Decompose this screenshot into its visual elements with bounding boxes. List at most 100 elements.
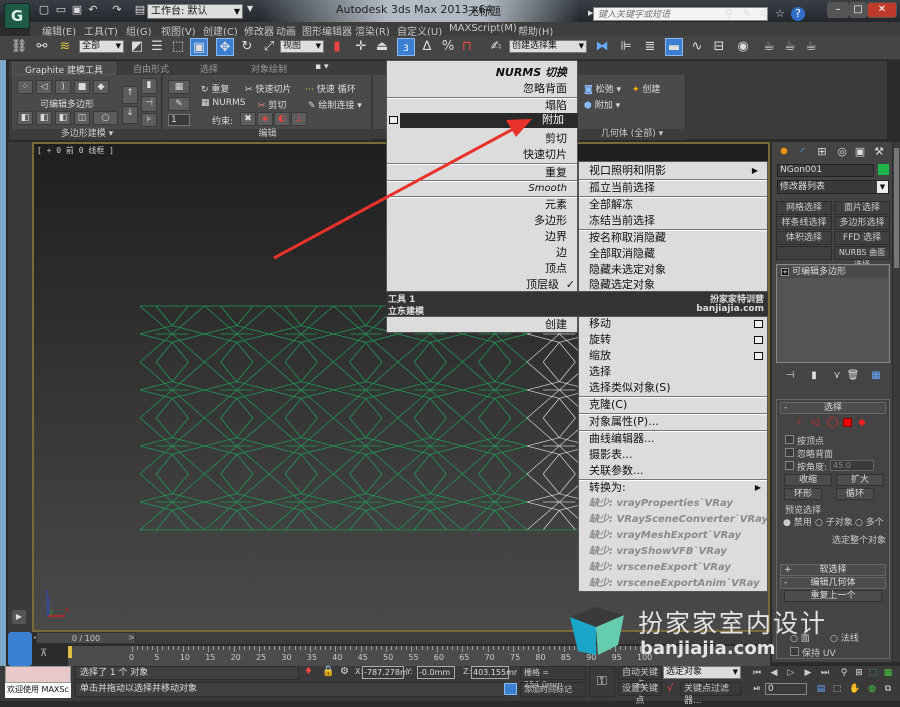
vertex-mode-icon[interactable]: ⁘ [17, 80, 33, 94]
element-subobj-icon[interactable]: ◆ [858, 417, 866, 428]
select-by-name-icon[interactable]: ☰ [148, 38, 166, 56]
help-icon[interactable]: ? [791, 7, 805, 21]
display-tab-icon[interactable]: ▣ [852, 144, 868, 160]
manipulate-icon[interactable]: ✛ [352, 38, 370, 56]
pin-stack-icon[interactable]: ⊣ [141, 96, 157, 112]
menu-item-scale[interactable]: 缩放 [589, 348, 767, 364]
percent-snap-icon[interactable]: % [439, 38, 457, 56]
keyboard-shortcut-icon[interactable]: ⏏ [373, 38, 391, 56]
menu-item-repeat[interactable]: 重复 [545, 165, 567, 181]
key-filters-button[interactable]: 关键点过滤器... [680, 682, 741, 706]
menu-item-select[interactable]: 选择 [589, 364, 611, 380]
add-time-tag-button[interactable]: 添加时间标记 [520, 682, 586, 697]
rectangle-selection-icon[interactable]: ⬚ [169, 38, 187, 56]
menu-item-clone[interactable]: 克隆(C) [589, 397, 627, 413]
menu-item-polygon[interactable]: 多边形 [534, 213, 567, 229]
expand-panel-icon[interactable]: ▶ [12, 610, 26, 624]
viewport-label[interactable]: [ + 0 前 0 线框 ] [37, 145, 114, 156]
menu-item-create[interactable]: 创建 [545, 317, 567, 333]
minimize-button[interactable]: – [827, 2, 849, 18]
save-icon[interactable]: ▣ [70, 3, 84, 17]
modify-mode-icon[interactable]: ◧ [17, 111, 33, 125]
maxscript-listener[interactable] [5, 666, 71, 683]
zoom-icon[interactable]: ⚲ [837, 668, 851, 680]
next-frame-icon[interactable]: ▶ [801, 668, 815, 680]
selection-rollout-header[interactable]: - 选择 [780, 402, 886, 414]
repeat-last-button[interactable]: 重复上一个 [784, 590, 882, 602]
attach-button[interactable]: ⬢ 附加 ▾ [584, 98, 620, 111]
satellite-icon[interactable]: ⚟ [757, 7, 771, 21]
menu-item-quickslice[interactable]: 快速切片 [523, 147, 567, 163]
field-of-view-icon[interactable]: ⬚ [830, 684, 844, 696]
time-next-icon[interactable]: > [128, 633, 135, 642]
stack-item-editable-poly[interactable]: + 可编辑多边形 [778, 266, 888, 278]
menu-item-vertex[interactable]: 顶点 [545, 261, 567, 277]
preserve-uv-icon[interactable]: ▦ [168, 80, 190, 94]
scene-explorer-icon[interactable]: ▬ [665, 38, 683, 56]
select-rotate-icon[interactable]: ↻ [238, 38, 256, 56]
vertex-subobj-icon[interactable]: ⁘ [795, 417, 803, 428]
menu-item-unfreeze-all[interactable]: 全部解冻 [589, 197, 633, 213]
current-frame-marker[interactable] [68, 646, 72, 658]
menu-item-object-properties[interactable]: 对象属性(P)... [589, 414, 659, 430]
make-unique-icon[interactable]: ⋎ [830, 370, 844, 384]
expand-plus-icon[interactable]: + [781, 268, 789, 276]
modifier-stack[interactable] [776, 264, 890, 363]
tweak-icon[interactable]: ✎ [168, 97, 190, 111]
selection-filter-dropdown[interactable]: 全部 ▼ [79, 40, 124, 53]
time-tag-icon[interactable] [504, 683, 517, 695]
element-mode-icon[interactable]: ◆ [93, 80, 109, 94]
nurbs-surface-select-button[interactable]: NURBS 曲面选择 [834, 246, 890, 269]
maximize-viewport-icon[interactable]: ⧉ [881, 684, 895, 696]
named-selection-dropdown[interactable]: 创建选择集 ▼ [509, 40, 587, 53]
absolute-mode-icon[interactable]: ⚙ [340, 666, 349, 677]
menu-item-element[interactable]: 元素 [545, 197, 567, 213]
edit-spinner-input[interactable]: 1 [168, 114, 190, 126]
edge-mode-icon[interactable]: ◁ [36, 80, 52, 94]
prev-frame-icon[interactable]: ◀ [767, 668, 781, 680]
by-vertex-checkbox[interactable] [785, 435, 794, 444]
paint-connect-button[interactable]: ✎ 绘制连接 ▾ [308, 98, 362, 111]
go-to-end-icon[interactable]: ⏭ [818, 668, 832, 680]
schematic-view-icon[interactable]: ⊟ [710, 38, 728, 56]
ribbon-options-icon[interactable]: ▪ ▾ [315, 62, 328, 74]
select-move-icon[interactable]: ✥ [216, 38, 234, 56]
reference-coord-dropdown[interactable]: 视图 ▼ [280, 40, 324, 53]
edit-named-sel-icon[interactable]: ✍ [487, 38, 505, 56]
menu-item-border[interactable]: 边界 [545, 229, 567, 245]
constraint-normal-icon[interactable]: ⊥ [291, 112, 307, 126]
layer-manager-icon[interactable]: ≣ [641, 38, 659, 56]
ffd-select-button[interactable]: FFD 选择 [834, 231, 890, 245]
rotate-settings-box-icon[interactable] [754, 336, 763, 344]
constraint-edge-icon[interactable]: ◈ [257, 112, 273, 126]
tab-selection[interactable]: 选择 [200, 62, 218, 75]
key-mode-icon[interactable]: ⏯ [750, 684, 764, 696]
workspace-dropdown[interactable]: 工作台: 默认 ▼ [147, 4, 243, 19]
stack-down-icon[interactable]: ↓ [122, 106, 138, 124]
scrollbar-thumb[interactable] [894, 148, 899, 268]
menu-item-hide-selection[interactable]: 隐藏选定对象 [589, 277, 655, 293]
show-end-result-icon[interactable]: ▮ [141, 78, 157, 94]
close-button[interactable]: ✕ [867, 2, 897, 18]
set-key-button[interactable]: 设置关键点 [618, 682, 662, 706]
hierarchy-tab-icon[interactable]: ⊞ [814, 144, 830, 160]
ring-button[interactable]: 环形 [784, 488, 822, 500]
menu-item-move[interactable]: 移动 [589, 316, 767, 332]
menu-item-top-level[interactable]: 顶层级 [526, 277, 559, 293]
menu-item-unhide-by-name[interactable]: 按名称取消隐藏 [589, 230, 666, 246]
link-icon[interactable]: ⛓ [10, 38, 28, 56]
modify-mode-icon-4[interactable]: ◫ [74, 111, 90, 125]
menu-item-unhide-all[interactable]: 全部取消隐藏 [589, 246, 655, 262]
angle-snap-icon[interactable]: ∆ [418, 38, 436, 56]
render-production-icon[interactable]: ☕ [802, 38, 820, 56]
object-color-swatch[interactable] [878, 164, 889, 175]
rendered-frame-icon[interactable]: ☕ [781, 38, 799, 56]
move-settings-box-icon[interactable] [754, 320, 763, 328]
preview-subobject-radio[interactable]: ○ 子对象 [815, 515, 853, 528]
workspace-extra-dropdown[interactable]: ▼ [247, 4, 253, 13]
preserve-uv-checkbox[interactable] [790, 647, 799, 656]
set-key-icon[interactable]: ⚿ [589, 666, 615, 697]
time-slider-thumb[interactable]: 0 / 100 [36, 632, 136, 644]
by-angle-checkbox[interactable] [785, 461, 794, 470]
poly-select-button[interactable]: 多边形选择 [834, 216, 890, 230]
